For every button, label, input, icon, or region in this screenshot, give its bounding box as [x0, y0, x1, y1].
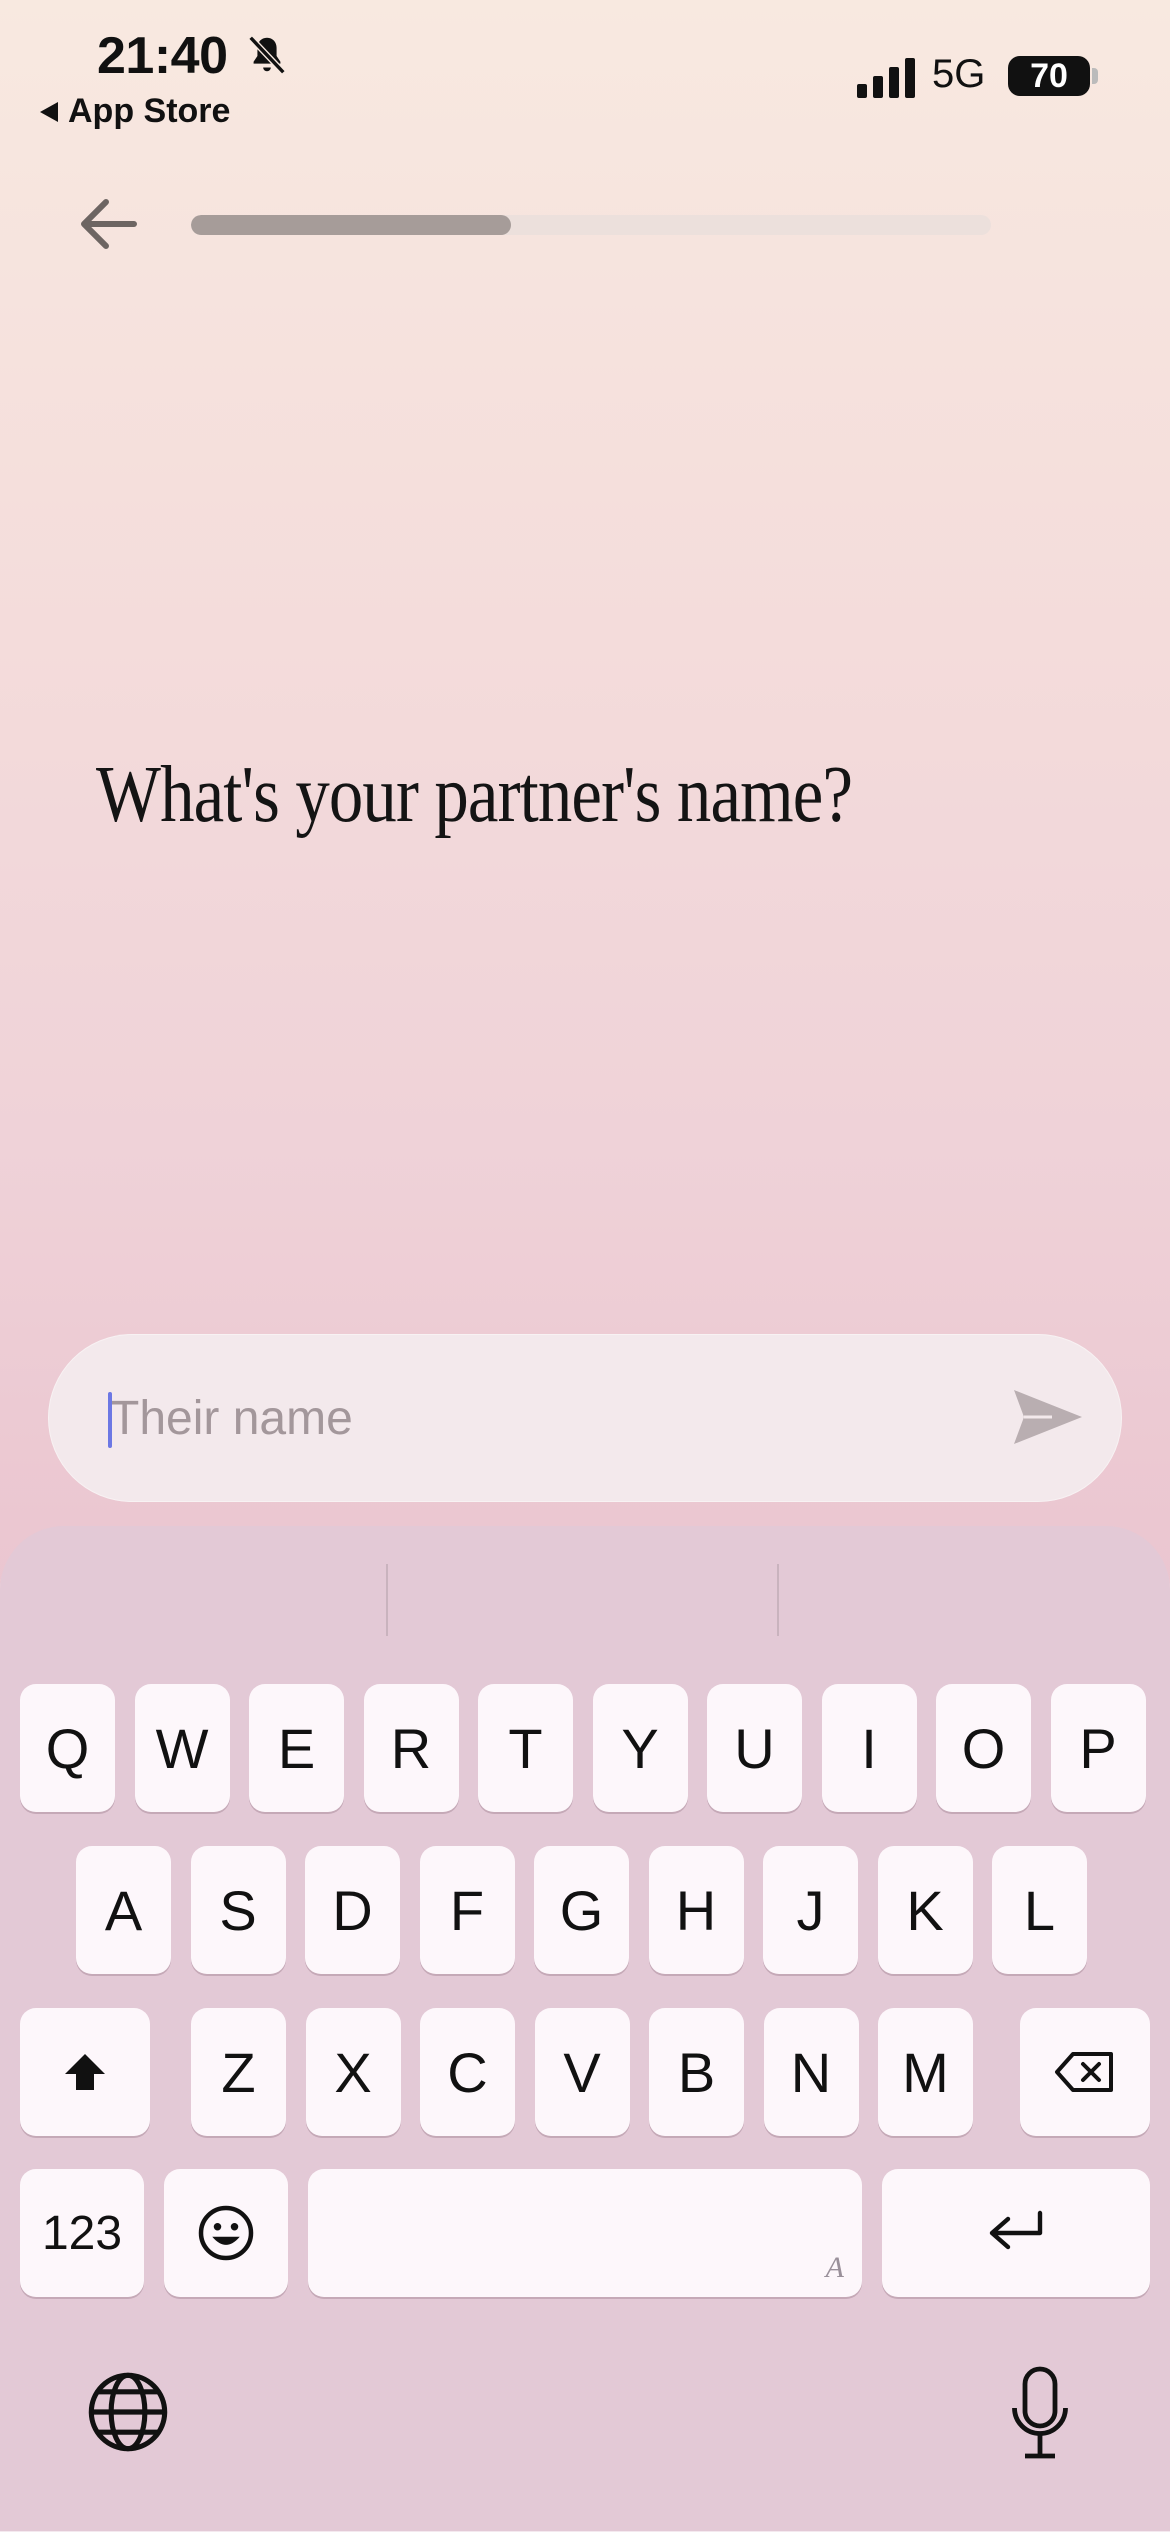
key-v[interactable]: V: [534, 2008, 630, 2136]
suggestion-divider: [777, 1564, 779, 1636]
network-type: 5G: [932, 52, 986, 96]
progress-fill: [191, 215, 511, 235]
key-p[interactable]: P: [1050, 1684, 1146, 1812]
key-m[interactable]: M: [878, 2008, 973, 2136]
battery-nub: [1092, 68, 1098, 84]
back-arrow-icon[interactable]: [74, 194, 144, 254]
key-o[interactable]: O: [936, 1684, 1031, 1812]
key-t[interactable]: T: [478, 1684, 573, 1812]
delete-key[interactable]: [1020, 2008, 1150, 2136]
onboarding-progress-bar: [191, 215, 991, 235]
key-u[interactable]: U: [707, 1684, 802, 1812]
key-q[interactable]: Q: [20, 1684, 115, 1812]
cellular-signal-icon: [857, 58, 915, 98]
key-z[interactable]: Z: [191, 2008, 286, 2136]
numbers-key[interactable]: 123: [20, 2169, 144, 2297]
question-heading: What's your partner's name?: [96, 751, 853, 839]
bell-muted-icon: [248, 35, 286, 75]
space-key[interactable]: A: [308, 2169, 862, 2297]
back-triangle-icon: [40, 101, 58, 122]
emoji-key[interactable]: [164, 2169, 288, 2297]
key-n[interactable]: N: [763, 2008, 859, 2136]
name-input-container: [48, 1334, 1122, 1502]
suggestion-divider: [386, 1564, 388, 1636]
keyboard: 123 A QWERTYUIOPASDFGHJKLZXCVBNM: [0, 1526, 1170, 2532]
key-k[interactable]: K: [877, 1846, 973, 1974]
emoji-icon: [198, 2205, 254, 2261]
shift-icon: [65, 2054, 105, 2090]
key-y[interactable]: Y: [592, 1684, 688, 1812]
text-caret: [108, 1392, 112, 1448]
backspace-icon: [1055, 2052, 1113, 2092]
key-c[interactable]: C: [420, 2008, 515, 2136]
return-key[interactable]: [882, 2169, 1150, 2297]
shift-key[interactable]: [20, 2008, 150, 2136]
key-w[interactable]: W: [134, 1684, 230, 1812]
key-h[interactable]: H: [648, 1846, 744, 1974]
send-icon[interactable]: [1006, 1376, 1088, 1458]
key-s[interactable]: S: [190, 1846, 286, 1974]
key-l[interactable]: L: [992, 1846, 1087, 1974]
key-f[interactable]: F: [419, 1846, 515, 1974]
return-icon: [989, 2210, 1043, 2250]
key-d[interactable]: D: [305, 1846, 400, 1974]
key-g[interactable]: G: [534, 1846, 629, 1974]
status-time: 21:40: [97, 27, 228, 85]
partner-name-input[interactable]: [108, 1378, 990, 1458]
key-r[interactable]: R: [363, 1684, 459, 1812]
battery-indicator: 70: [1008, 56, 1090, 96]
key-e[interactable]: E: [249, 1684, 344, 1812]
key-j[interactable]: J: [763, 1846, 858, 1974]
back-to-app-store[interactable]: App Store: [40, 92, 230, 131]
key-x[interactable]: X: [305, 2008, 401, 2136]
key-a[interactable]: A: [76, 1846, 171, 1974]
globe-icon[interactable]: [84, 2368, 172, 2456]
key-i[interactable]: I: [821, 1684, 917, 1812]
microphone-icon[interactable]: [1010, 2366, 1070, 2462]
key-b[interactable]: B: [649, 2008, 744, 2136]
space-key-hint: A: [825, 2251, 844, 2284]
back-app-label: App Store: [68, 92, 231, 130]
